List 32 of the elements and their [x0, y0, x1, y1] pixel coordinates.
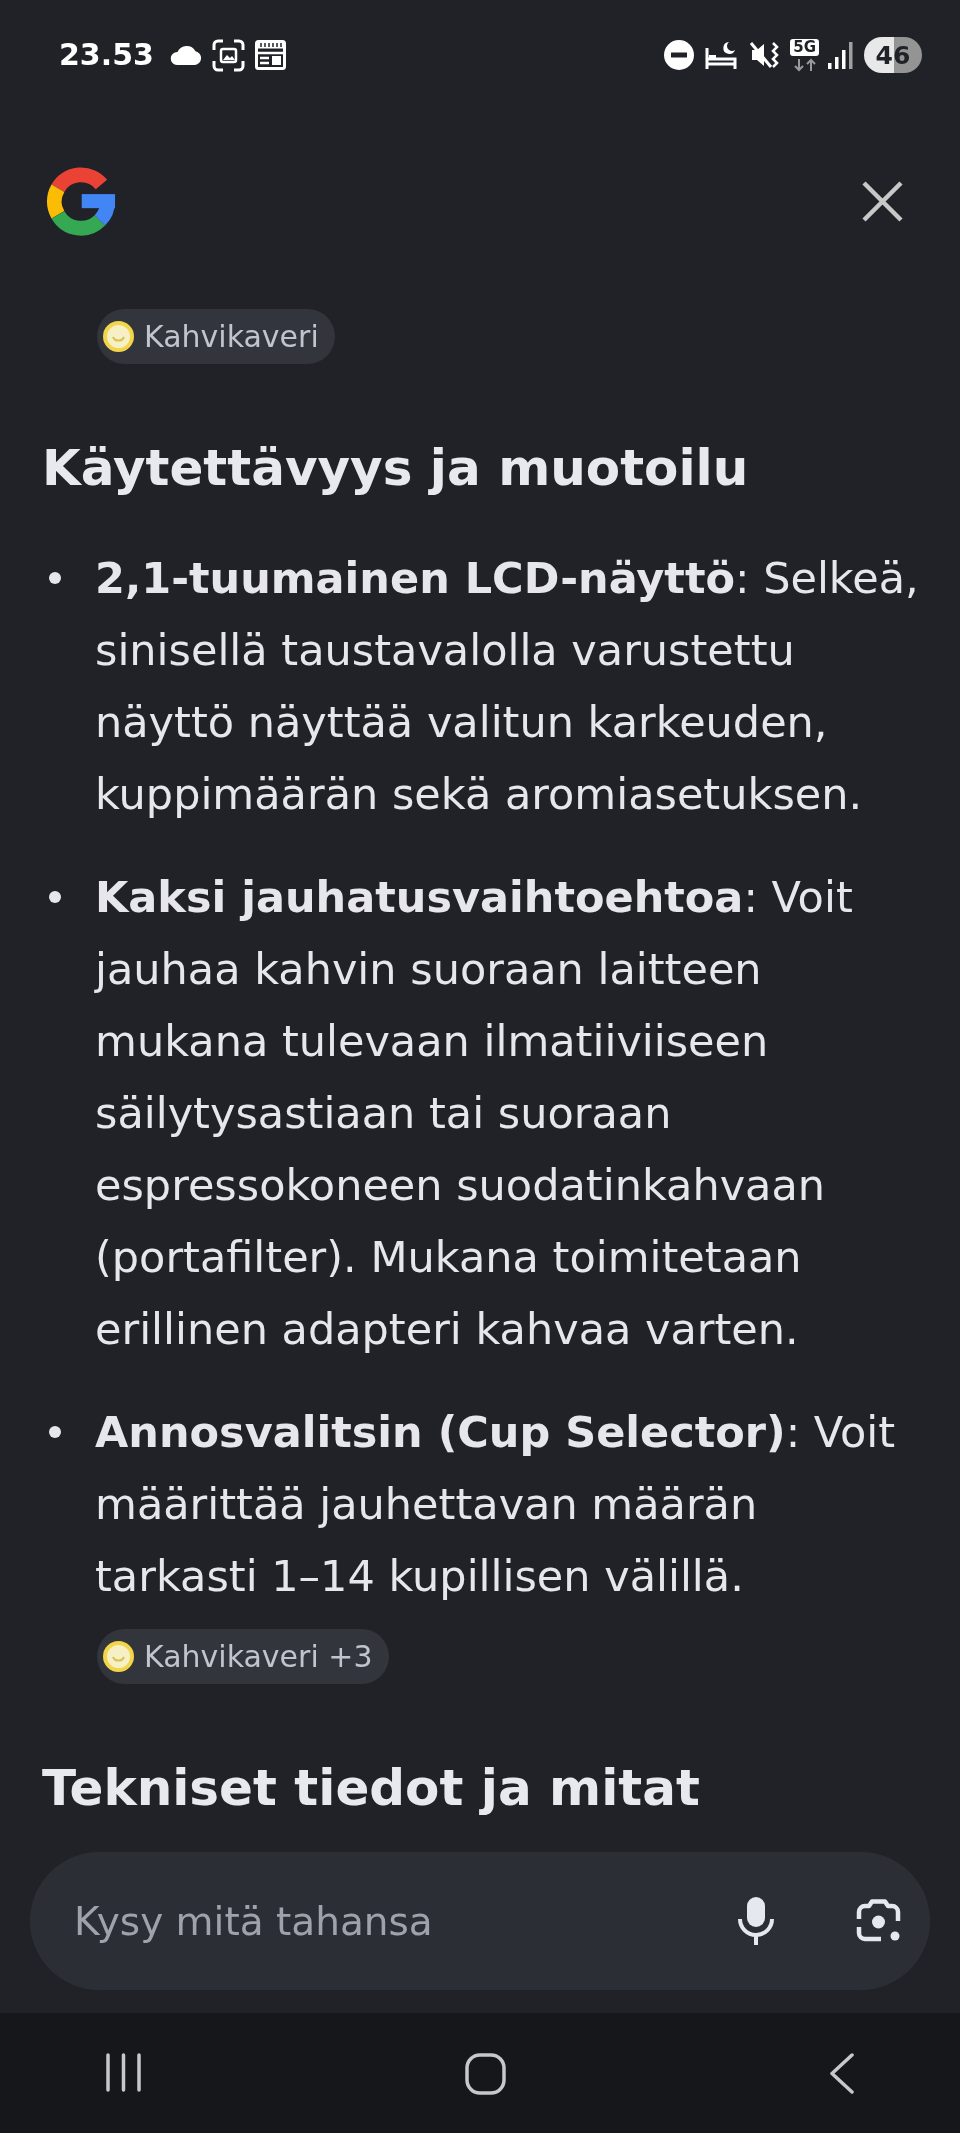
- status-time: 23.53: [59, 40, 154, 70]
- g-logo-icon: [44, 164, 118, 239]
- ask-field[interactable]: Kysy mitä tahansa: [74, 1891, 713, 1951]
- image-frame-icon: [211, 38, 245, 72]
- back-icon[interactable]: [828, 2053, 855, 2094]
- lens-icon[interactable]: [855, 1899, 902, 1943]
- section-heading: Käytettävyys ja muotoilu: [42, 438, 749, 499]
- smiley-icon: [103, 321, 134, 352]
- bullet-text: 2,1-tuumainen LCD-näyttö: Selkeä, sinisellä taustavalolla varustettu näyttö näyttää valitun karkeuden, kuppimäärän sekä aromiasetuksen.: [95, 552, 920, 821]
- signal-icon: [828, 41, 855, 69]
- bullet-text: Kaksi jauhatusvaihtoehtoa: Voit jauhaa kahvin suoraan laitteen mukana tulevaan ilmatiiviiseen säilytysastiaan tai suoraan espressokoneen suodatinkahvaan (portafilter). Mukana toimitetaan erillinen adapteri kahvaa varten.: [95, 871, 854, 1356]
- source-chip[interactable]: Kahvikaveri: [97, 309, 335, 364]
- home-icon[interactable]: [464, 2053, 506, 2095]
- prompt-bar[interactable]: Kysy mitä tahansa: [30, 1852, 930, 1990]
- muted-speaker-icon: [749, 40, 780, 70]
- cloud-icon: [168, 45, 202, 65]
- bullet-icon: [49, 1426, 61, 1438]
- recent-apps-icon[interactable]: [104, 2053, 142, 2092]
- bed-icon: [705, 40, 738, 70]
- calendar-icon: [254, 40, 286, 70]
- network-type-label: 5G: [790, 38, 819, 56]
- bullet-icon: [49, 572, 61, 584]
- do-not-disturb-icon: [664, 40, 695, 70]
- smiley-icon: [103, 1641, 134, 1672]
- microphone-icon[interactable]: [737, 1897, 775, 1945]
- bullet-icon: [49, 891, 61, 903]
- close-icon[interactable]: [862, 181, 903, 222]
- source-chip[interactable]: Kahvikaveri +3: [97, 1629, 389, 1684]
- bullet-text: Annosvalitsin (Cup Selector): Voit määrittää jauhettavan määrän tarkasti 1–14 kupillisen välillä.: [95, 1406, 897, 1603]
- data-arrows-icon: [792, 57, 817, 72]
- section-heading: Tekniset tiedot ja mitat: [42, 1758, 700, 1819]
- battery-percentage: 46: [864, 37, 922, 73]
